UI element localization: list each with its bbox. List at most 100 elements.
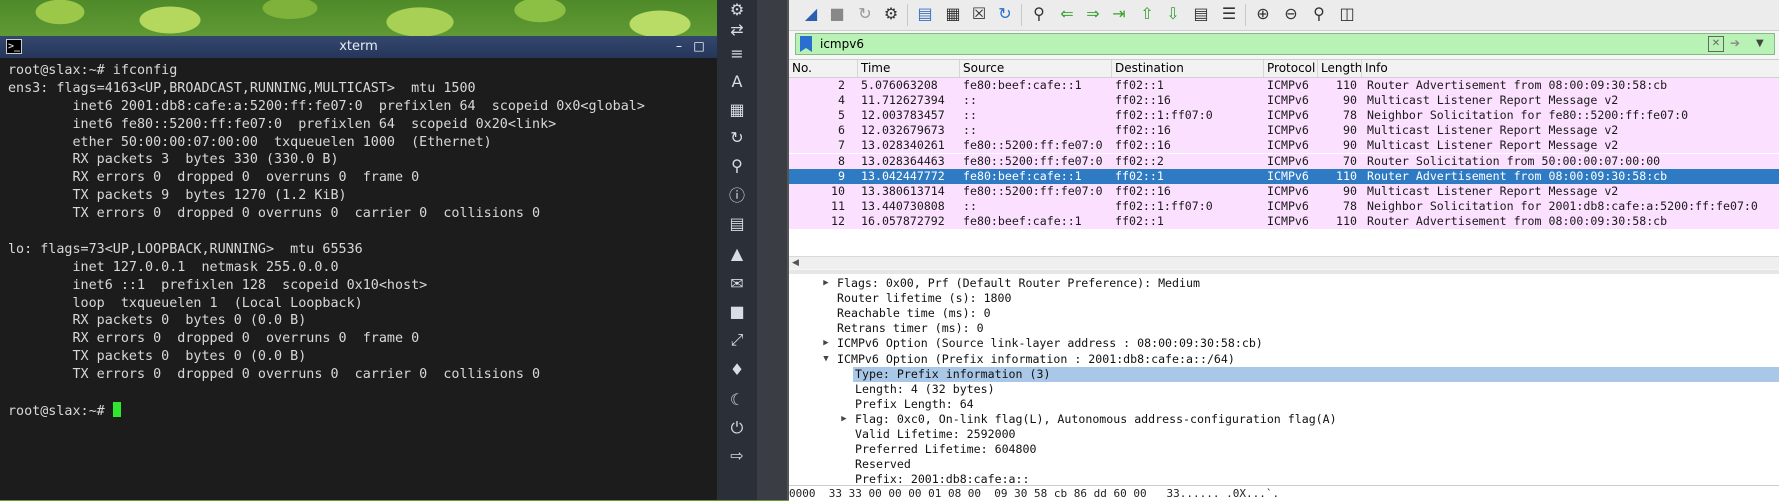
go-forward-icon[interactable]: ⇒ [1081,2,1105,26]
expanded-arrow-icon[interactable]: ▼ [821,352,831,367]
close-file-icon[interactable]: ☒ [967,2,991,26]
column-header-protocol[interactable]: Protocol [1263,60,1317,77]
collapsed-arrow-icon[interactable]: ▶ [839,412,849,427]
resize-columns-icon[interactable]: ◫ [1335,2,1359,26]
packet-row-selected[interactable]: 9 13.042447772 fe80:beef:cafe::1 ff02::1 ICM… [789,168,1779,184]
packet-row[interactable]: 12 16.057872792 fe80:beef:cafe::1 ff02::1 IC… [789,213,1779,229]
refresh-icon[interactable]: ↻ [727,128,747,148]
column-header-source[interactable]: Source [959,60,1111,77]
packet-row[interactable]: 4 11.712627394:: ff02::16 ICMPv6 90 Multicast… [789,93,1779,109]
open-folder-icon[interactable]: ▤ [913,2,937,26]
reload-file-icon[interactable]: ↻ [993,2,1017,26]
logout-icon[interactable]: ⇨ [727,446,747,466]
swap-arrows-icon[interactable]: ⇄ [727,20,747,40]
packet-row[interactable]: 8 13.028364463 fe80::5200:ff:fe07:0 ff02::2… [789,153,1779,169]
display-filter-input[interactable]: icmpv6 [820,34,864,54]
packet-list[interactable]: No. Time Source Destination Protocol Len… [789,59,1779,260]
column-header-no[interactable]: No. [789,60,857,77]
detail-line[interactable]: Reserved [853,457,911,472]
packet-length: 78 [1343,198,1357,213]
font-icon[interactable]: A [727,72,747,92]
expand-icon[interactable]: ⤢ [727,330,747,350]
packet-info: Multicast Listener Report Message v2 [1367,93,1619,108]
settings-gear-icon[interactable]: ⚙ [727,0,747,20]
go-back-icon[interactable]: ⇐ [1055,2,1079,26]
detail-line[interactable]: Prefix: 2001:db8:cafe:a:: [853,472,1030,485]
column-header-destination[interactable]: Destination [1111,60,1263,77]
info-icon[interactable]: ⓘ [727,186,747,206]
maximize-icon[interactable]: □ [692,39,706,53]
packet-row[interactable]: 7 13.028340261 fe80::5200:ff:fe07:0 ff02::1… [789,138,1779,154]
colorize-icon[interactable]: ☰ [1217,2,1241,26]
first-packet-icon[interactable]: ⇧ [1135,2,1159,26]
tag-icon[interactable]: ♦ [727,360,747,380]
detail-line[interactable]: Reachable time (ms): 0 [835,306,991,321]
grid-icon[interactable]: ▦ [727,100,747,120]
list-icon[interactable]: ▤ [727,214,747,234]
detail-line[interactable]: Valid Lifetime: 2592000 [853,427,1016,442]
column-header-info[interactable]: Info [1361,60,1779,77]
minimize-icon[interactable]: – [672,39,686,53]
graduation-icon[interactable]: ▲ [727,244,747,264]
packet-protocol: ICMPv6 [1267,93,1309,108]
zoom-in-icon[interactable]: ⊕ [1251,2,1275,26]
main-toolbar: ◢ ■ ↻ ⚙ ▤ ▦ ☒ ↻ ⚲ ⇐ ⇒ ⇥ ⇧ ⇩ ▤ ☰ ⊕ ⊖ ⚲ ◫ [789,0,1779,31]
column-header-time[interactable]: Time [857,60,959,77]
detail-line[interactable]: Flags: 0x00, Prf (Default Router Prefere… [835,276,1200,291]
zoom-icon[interactable]: ⚲ [727,156,747,176]
stop-capture-icon[interactable]: ■ [825,2,849,26]
detail-line[interactable]: Retrans timer (ms): 0 [835,321,984,336]
power-icon[interactable]: ⏻ [727,418,747,438]
detail-line[interactable]: Flag: 0xc0, On-link flag(L), Autonomous … [853,412,1337,427]
detail-line[interactable]: Preferred Lifetime: 604800 [853,442,1036,457]
save-file-icon[interactable]: ▦ [941,2,965,26]
collapsed-arrow-icon[interactable]: ▶ [821,276,831,291]
autoscroll-icon[interactable]: ▤ [1189,2,1213,26]
column-header-length[interactable]: Length [1317,60,1362,77]
detail-line[interactable]: Length: 4 (32 bytes) [853,382,995,397]
wireshark-window[interactable]: ◢ ■ ↻ ⚙ ▤ ▦ ☒ ↻ ⚲ ⇐ ⇒ ⇥ ⇧ ⇩ ▤ ☰ ⊕ ⊖ ⚲ ◫ … [789,0,1779,501]
scroll-left-icon[interactable]: ◀ [792,257,799,269]
packet-row[interactable]: 10 13.380613714 fe80::5200:ff:fe07:0 ff02::… [789,183,1779,199]
zoom-out-icon[interactable]: ⊖ [1279,2,1303,26]
packet-destination: ff02::1:ff07:0 [1115,108,1213,123]
collapsed-arrow-icon[interactable]: ▶ [821,336,831,351]
packet-row[interactable]: 2 5.076063208 fe80:beef:cafe::1 ff02::1 ICMP… [789,78,1779,93]
chat-icon[interactable]: ✉ [727,274,747,294]
text-align-icon[interactable]: ≡ [727,44,747,64]
find-packet-icon[interactable]: ⚲ [1027,2,1051,26]
detail-line[interactable]: ICMPv6 Option (Source link-layer address… [835,336,1263,351]
packet-details-tree[interactable]: ▶ Flags: 0x00, Prf (Default Router Prefer… [789,274,1779,485]
text-cursor [112,401,121,417]
bookmark-icon[interactable] [800,36,812,52]
packet-number: 9 [838,168,845,183]
packet-time: 12.003783457 [861,108,945,123]
detail-line-selected[interactable]: Type: Prefix information (3) [853,366,1779,382]
clear-filter-icon[interactable]: ✕ [1708,36,1724,52]
terminal-output[interactable]: root@slax:~# ifconfig ens3: flags=4163<UP… [0,58,717,420]
chevron-down-icon[interactable]: ▼ [1756,37,1768,50]
packet-bytes-pane[interactable]: 0000 33 33 00 00 00 01 08 00 09 30 58 cb… [789,485,1779,501]
packet-row[interactable]: 11 13.440730808:: ff02::1:ff07:0 ICMPv6 78 Ne… [789,198,1779,214]
packet-row[interactable]: 5 12.003783457:: ff02::1:ff07:0 ICMPv6 78 Nei… [789,108,1779,124]
go-to-packet-icon[interactable]: ⇥ [1107,2,1131,26]
horizontal-scrollbar[interactable]: ◀ [789,256,1779,269]
packet-row[interactable]: 6 12.032679673:: ff02::16 ICMPv6 90 Multicast… [789,123,1779,139]
detail-line[interactable]: Prefix Length: 64 [853,397,974,412]
shark-fin-icon[interactable]: ◢ [799,2,823,26]
normal-size-icon[interactable]: ⚲ [1307,2,1331,26]
display-filter-bar[interactable]: icmpv6 ✕ ➔ ▼ [795,33,1775,55]
last-packet-icon[interactable]: ⇩ [1161,2,1185,26]
detail-line[interactable]: ICMPv6 Option (Prefix information : 2001… [835,352,1235,367]
terminal-prompt-line[interactable]: root@slax:~# [8,401,717,420]
moon-icon[interactable]: ☾ [727,390,747,410]
packet-length: 110 [1336,78,1357,92]
restart-capture-icon[interactable]: ↻ [853,2,877,26]
packet-number: 8 [838,153,845,168]
capture-options-gear-icon[interactable]: ⚙ [879,2,903,26]
xterm-titlebar[interactable]: >_ xterm – □ [0,36,717,58]
lock-icon[interactable]: ■ [727,302,747,322]
detail-line[interactable]: Router lifetime (s): 1800 [835,291,1012,306]
apply-filter-icon[interactable]: ➔ [1730,37,1752,50]
xterm-window[interactable]: >_ xterm – □ root@slax:~# ifconfig ens3: … [0,36,717,500]
